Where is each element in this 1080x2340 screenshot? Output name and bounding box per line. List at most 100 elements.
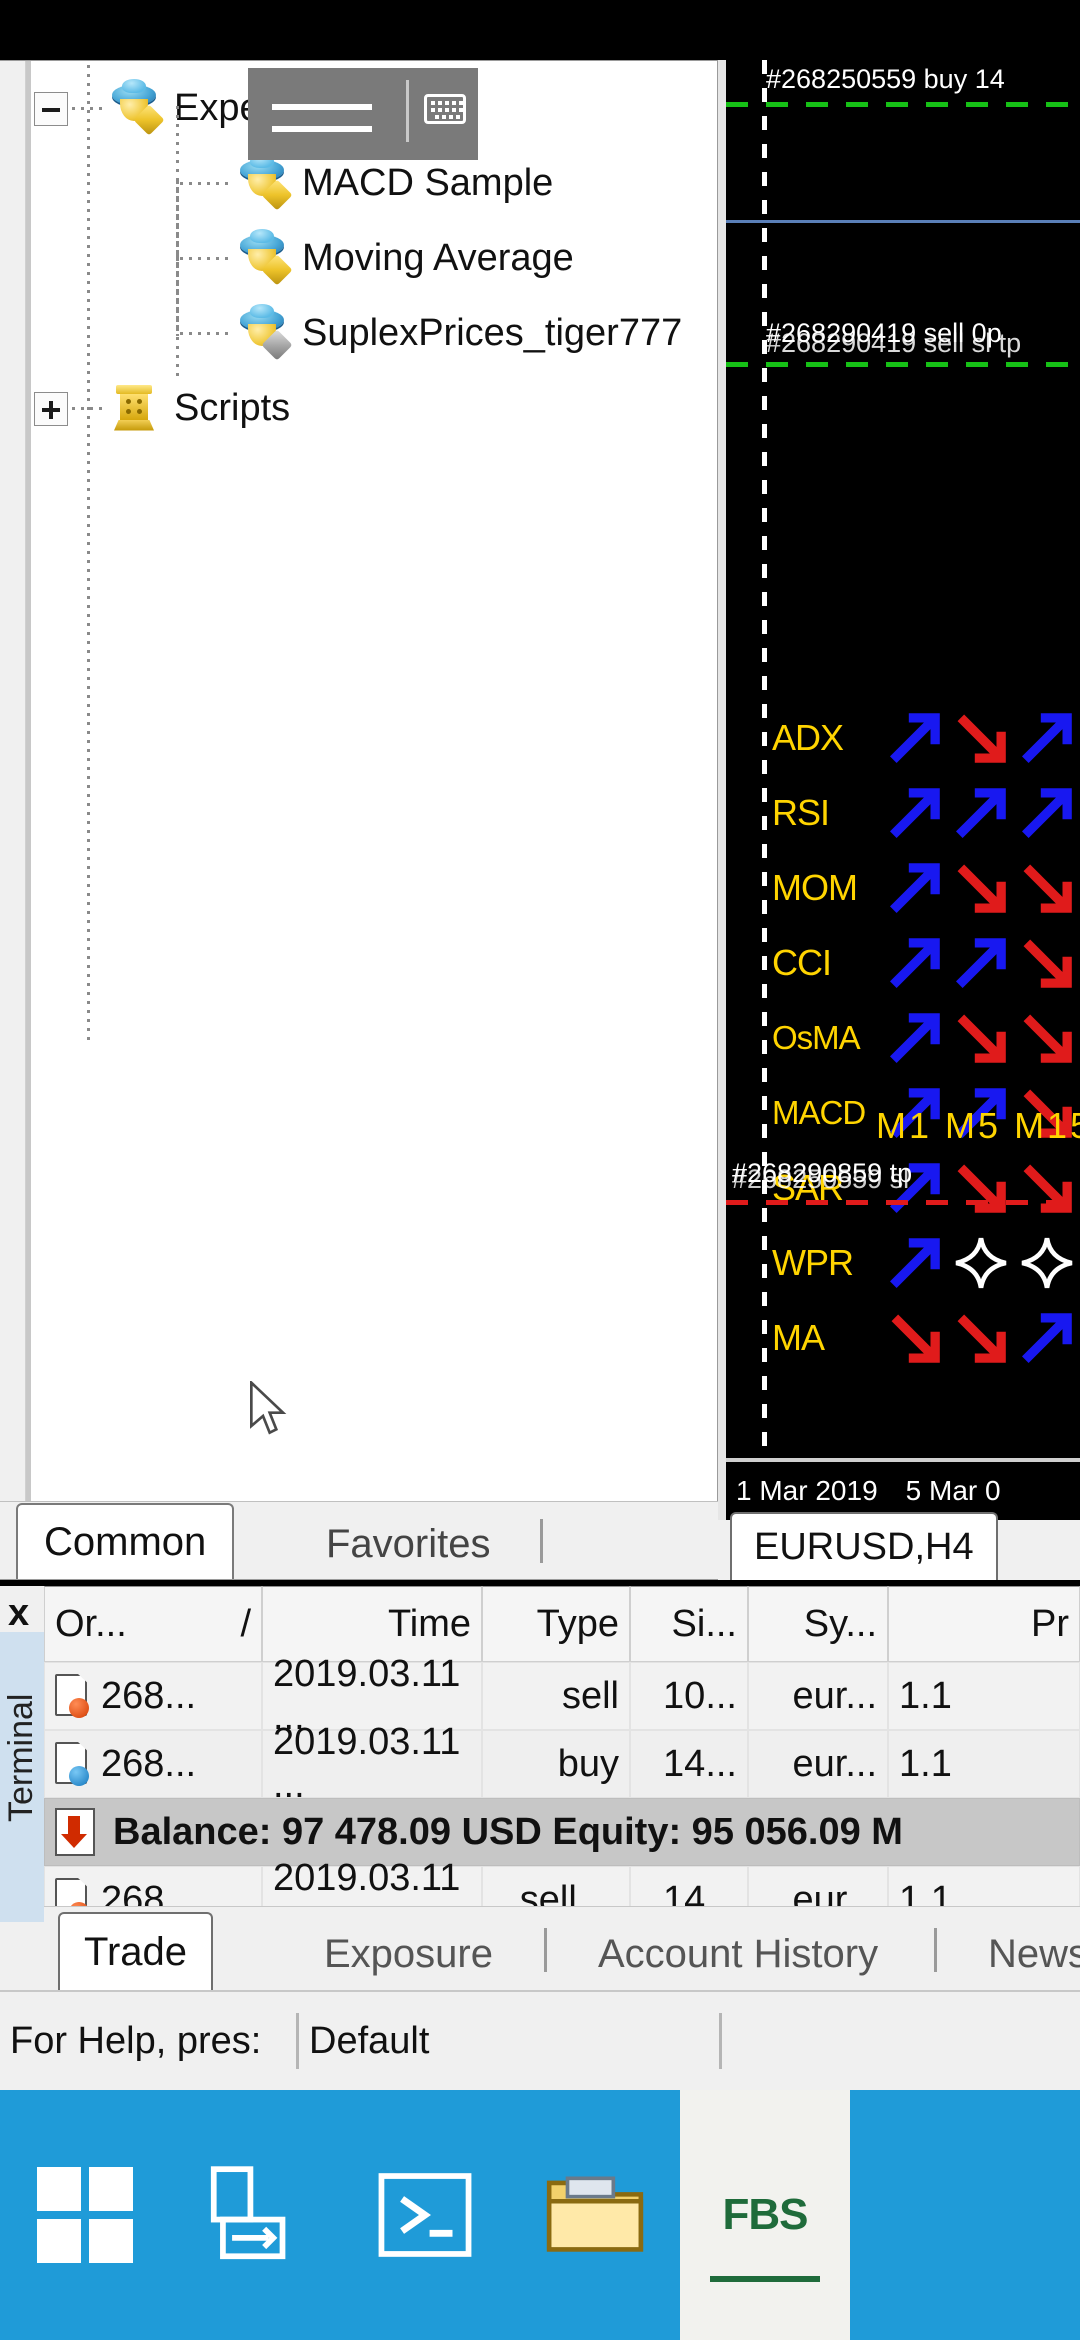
indicator-row-ma: MA [772,1300,1080,1375]
cell-size: 14... [630,1730,748,1798]
task-view-icon [210,2166,286,2260]
indicator-label: CCI [772,941,832,983]
navigator-tab-favorites[interactable]: Favorites [300,1509,517,1579]
screen: Expert Advisors MACD Sample Moving Avera… [0,0,1080,2340]
tree-dots [72,407,102,410]
expander-collapse-icon[interactable] [34,91,68,126]
chart-price-line [726,220,1080,223]
chart-vertical-dash-line [762,60,767,1520]
indicator-label: OsMA [772,1018,861,1056]
timeframe-m5[interactable]: M5 [945,1105,1001,1146]
drag-handle-icon[interactable] [272,104,372,110]
terminal-tab-trade[interactable]: Trade [58,1912,214,1990]
signal-neutral-star-icon [948,1232,1014,1294]
column-header-size[interactable]: Si... [630,1586,748,1662]
scripts-icon [108,383,162,435]
floating-toolbar-overlay[interactable] [248,68,478,160]
terminal-tab-news[interactable]: News [964,1918,1080,1990]
signal-arrow-down-icon [1014,857,1080,919]
fbs-metatrader-button[interactable]: FBS [680,2090,850,2340]
signal-arrow-up-icon [882,1232,948,1294]
signal-arrow-up-icon [948,932,1014,994]
chart-panel[interactable]: #268250559 buy 14 #268290419 sell 0p #26… [718,60,1080,1520]
table-row[interactable]: 268... 2019.03.11 ... buy 14... eur... 1… [44,1721,1080,1806]
date-tick-1: 1 Mar 2019 [736,1475,878,1506]
table-header-row: Or... / Time Type Si... Sy... Pr [44,1586,1080,1662]
indicator-label: MOM [772,866,858,908]
expander-expand-icon[interactable] [34,391,68,426]
terminal-side-strip: Terminal [0,1632,44,1922]
navigator-tab-common[interactable]: Common [16,1503,235,1579]
cell-order-label: 268... [101,1674,197,1717]
powershell-button[interactable] [340,2090,510,2340]
date-tick-2: 5 Mar 0 [905,1475,1001,1506]
close-icon[interactable]: x [8,1592,29,1635]
expert-advisor-icon [236,228,293,286]
signal-arrow-up-icon [1014,782,1080,844]
chart-tab-eurusd-h4[interactable]: EURUSD,H4 [730,1512,998,1580]
timeframe-row: M1 M5 M15 [876,1105,1080,1147]
column-header-order-label: Or... [55,1602,127,1645]
signal-arrow-up-icon [948,782,1014,844]
mouse-cursor-icon [250,1381,287,1435]
column-header-order[interactable]: Or... / [44,1586,262,1662]
column-header-time[interactable]: Time [262,1586,482,1662]
cell-time: 2019.03.11 ... [262,1721,482,1806]
tree-item-moving-average[interactable]: Moving Average [34,181,714,336]
tree-item-suplexprices[interactable]: SuplexPrices_tiger777 [34,256,714,379]
chart-order-line-sell [726,362,1080,367]
order-buy-icon [55,1742,93,1786]
timeframe-m1[interactable]: M1 [876,1105,932,1146]
order-sell-icon [55,1674,93,1718]
keyboard-icon[interactable] [424,94,466,124]
cell-symbol: eur... [748,1662,888,1730]
tree-item-scripts[interactable]: Scripts [34,371,714,446]
tree-dots [180,257,230,260]
folder-icon [546,2176,644,2252]
chart-canvas[interactable]: #268250559 buy 14 #268290419 sell 0p #26… [726,60,1080,1520]
windows-logo-icon [37,2167,133,2263]
column-header-price[interactable]: Pr [888,1586,1080,1662]
signal-arrow-up-icon [882,857,948,919]
indicator-row-mom: MOM [772,850,1080,925]
terminal-tab-account-history[interactable]: Account History [574,1918,902,1990]
status-divider [719,2013,722,2069]
status-bar: For Help, pres: Default [0,1990,1080,2090]
orders-table: Or... / Time Type Si... Sy... Pr 268... … [44,1586,1080,1942]
signal-arrow-down-icon [948,1007,1014,1069]
tree-dots [180,332,230,335]
table-row[interactable]: 268... 2019.03.11 ... sell 10... eur... … [44,1653,1080,1738]
indicator-row-cci: CCI [772,925,1080,1000]
signal-arrow-up-icon [882,1007,948,1069]
indicator-label: MACD [772,1093,866,1131]
tab-divider [540,1519,543,1563]
indicator-row-osma: OsMA [772,1000,1080,1075]
signal-arrow-up-icon [1014,707,1080,769]
balance-summary-row[interactable]: Balance: 97 478.09 USD Equity: 95 056.09… [44,1798,1080,1866]
chart-order-line-buy [726,102,1080,107]
signal-arrow-down-icon [948,1307,1014,1369]
column-header-type[interactable]: Type [482,1586,630,1662]
start-button[interactable] [0,2090,170,2340]
taskview-button[interactable] [170,2090,340,2340]
fbs-label: FBS [722,2190,809,2239]
navigator-scroll-strip[interactable] [26,61,31,1579]
file-explorer-button[interactable] [510,2090,680,2340]
tree-item-label: SuplexPrices_tiger777 [302,312,683,354]
signal-arrow-down-icon [948,707,1014,769]
drag-handle-icon-2[interactable] [272,126,372,132]
chart-order-label-3: #268290419 sell sl tp [766,328,1022,358]
terminal-side-label: Terminal [2,1693,40,1822]
terminal-tab-exposure[interactable]: Exposure [300,1918,517,1990]
timeframe-m15[interactable]: M15 [1014,1105,1080,1146]
tree-dots [180,182,230,185]
cell-type: buy [482,1730,630,1798]
column-header-symbol[interactable]: Sy... [748,1586,888,1662]
powershell-icon [378,2173,472,2257]
balance-summary-text: Balance: 97 478.09 USD Equity: 95 056.09… [113,1810,903,1853]
indicator-row-adx: ADX [772,700,1080,775]
cell-type: sell [482,1662,630,1730]
fbs-underline [710,2276,820,2282]
indicator-signal-panel: ADX RSI MOM CCI OsMA MACD SAR WPR MA [772,700,1080,1375]
indicator-label: MA [772,1316,825,1358]
